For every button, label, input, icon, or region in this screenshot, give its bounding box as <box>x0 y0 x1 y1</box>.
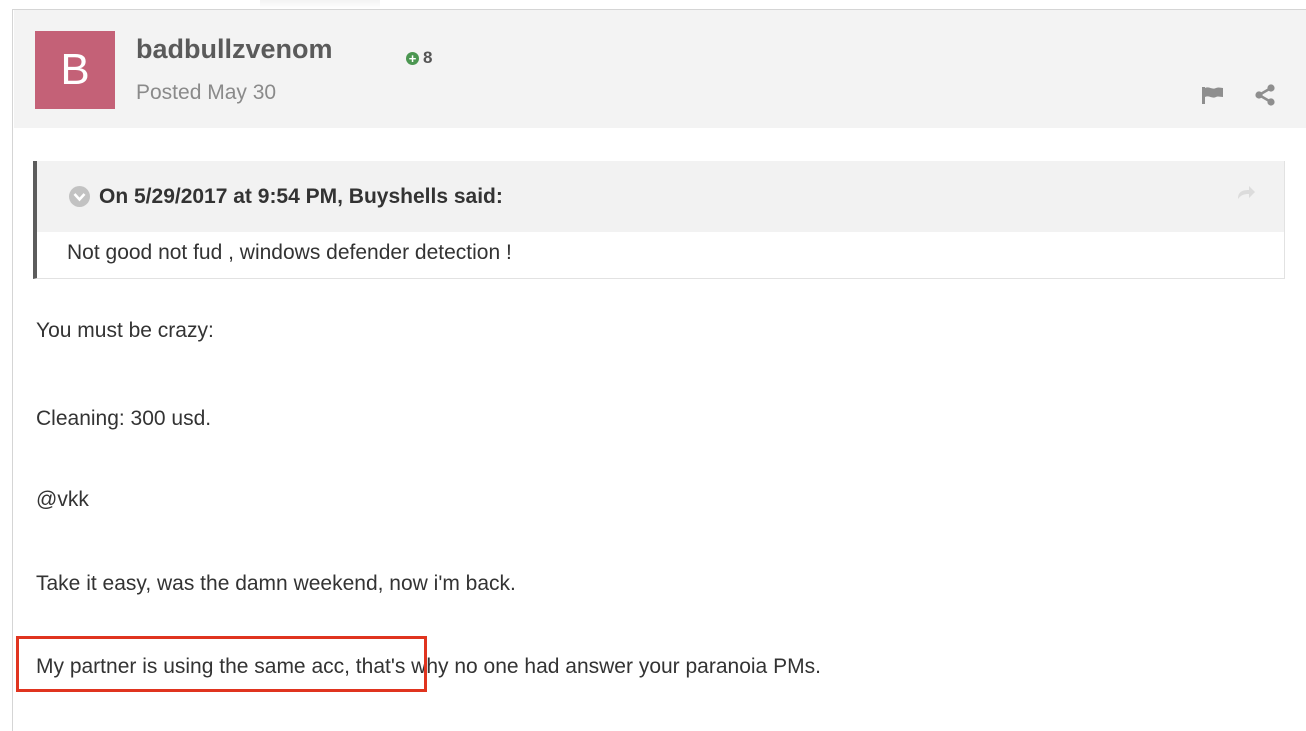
quote-block: On 5/29/2017 at 9:54 PM, Buyshells said:… <box>33 161 1285 279</box>
post-paragraph: Take it easy, was the damn weekend, now … <box>36 572 516 595</box>
avatar[interactable]: B <box>35 31 115 109</box>
post-paragraph: Cleaning: 300 usd. <box>36 407 212 430</box>
quote-header: On 5/29/2017 at 9:54 PM, Buyshells said: <box>37 161 1284 232</box>
reputation-badge: + 8 <box>406 48 432 68</box>
post-paragraph: You must be crazy: <box>36 319 214 342</box>
quote-text: Not good not fud , windows defender dete… <box>67 241 512 264</box>
flag-icon[interactable] <box>1201 85 1225 105</box>
quote-toggle-icon[interactable] <box>69 186 90 207</box>
top-fade <box>260 0 380 9</box>
post-paragraph: @vkk <box>36 488 89 511</box>
forum-post: B badbullzvenom + 8 Posted May 30 On 5/2… <box>12 9 1306 731</box>
highlight-box <box>16 636 427 692</box>
reputation-count: 8 <box>423 48 433 67</box>
username-link[interactable]: badbullzvenom <box>136 34 333 65</box>
reputation-plus-icon: + <box>406 51 419 65</box>
quote-citation: On 5/29/2017 at 9:54 PM, Buyshells said: <box>99 185 503 208</box>
quote-goto-icon[interactable] <box>1236 183 1256 201</box>
post-header: B badbullzvenom + 8 Posted May 30 <box>14 10 1306 128</box>
share-icon[interactable] <box>1254 84 1276 106</box>
post-date: Posted May 30 <box>136 81 277 104</box>
